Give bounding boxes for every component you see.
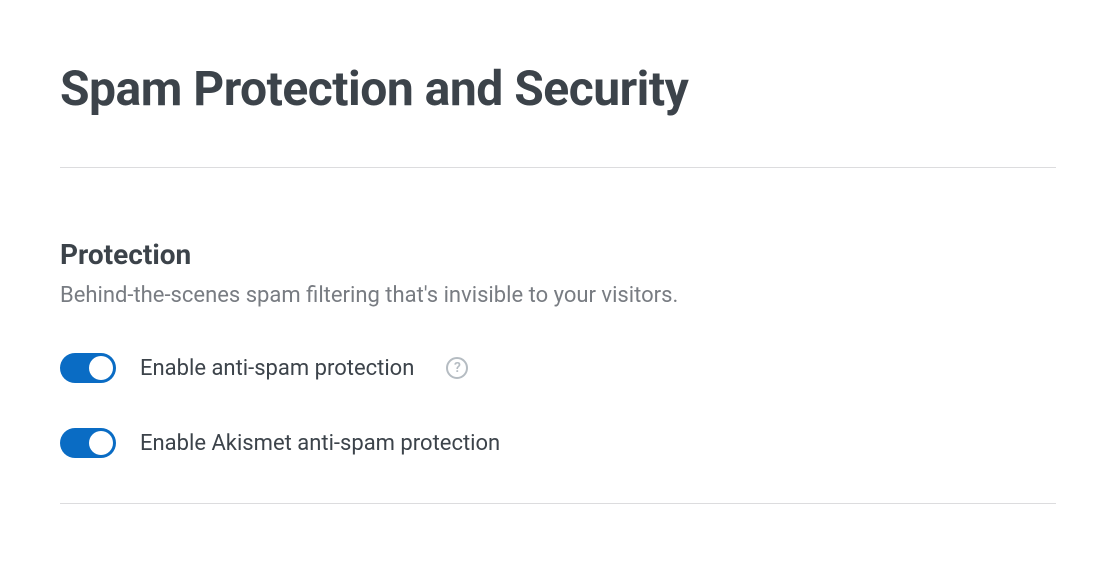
toggle-label-anti-spam: Enable anti-spam protection [140,356,414,381]
divider [60,503,1056,504]
page-title: Spam Protection and Security [60,60,1056,117]
toggle-row-akismet: Enable Akismet anti-spam protection [60,428,1056,458]
toggle-knob [89,431,113,455]
help-icon[interactable]: ? [446,357,468,379]
divider [60,167,1056,168]
toggle-akismet[interactable] [60,428,116,458]
section-description-protection: Behind-the-scenes spam filtering that's … [60,283,1056,308]
toggle-row-anti-spam: Enable anti-spam protection ? [60,353,1056,383]
section-title-protection: Protection [60,238,1056,271]
toggle-anti-spam[interactable] [60,353,116,383]
toggle-label-akismet: Enable Akismet anti-spam protection [140,431,500,456]
toggle-knob [89,356,113,380]
